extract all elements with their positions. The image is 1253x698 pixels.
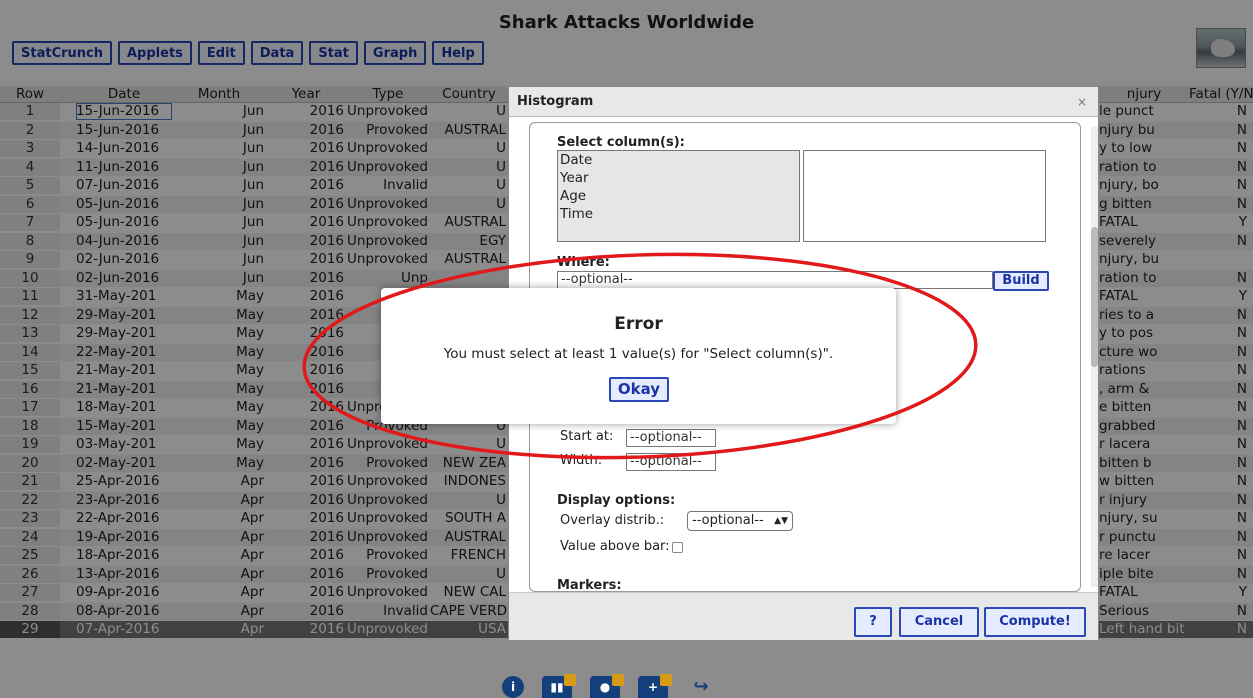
dialog-scrollbar[interactable] (1091, 127, 1098, 587)
where-input[interactable]: --optional-- (557, 271, 993, 289)
results-icon[interactable]: ▮▮ (542, 674, 576, 698)
chat-badge (612, 674, 624, 686)
display-options-label: Display options: (557, 493, 676, 508)
overlay-label: Overlay distrib.: (560, 513, 665, 528)
info-icon[interactable]: i (502, 676, 524, 698)
select-columns-label: Select column(s): (557, 135, 685, 150)
error-message: You must select at least 1 value(s) for … (443, 346, 834, 362)
okay-button[interactable]: Okay (609, 377, 669, 402)
cancel-button[interactable]: Cancel (899, 607, 979, 637)
close-icon[interactable]: × (1074, 94, 1090, 110)
statcrunch-app: Shark Attacks Worldwide StatCrunch Applet… (0, 0, 1253, 698)
selected-column-list[interactable] (803, 150, 1046, 242)
where-label: Where: (557, 255, 610, 270)
error-dialog: Error You must select at least 1 value(s… (381, 288, 896, 424)
column-option[interactable]: Year (558, 169, 799, 187)
overlay-value: --optional-- (692, 513, 764, 528)
dialog-footer: ? Cancel Compute! (509, 592, 1098, 640)
width-input[interactable]: --optional-- (626, 453, 716, 471)
add-badge (660, 674, 672, 686)
add-icon[interactable]: + (638, 674, 672, 698)
select-arrows-icon: ▲▼ (774, 516, 788, 526)
overlay-select[interactable]: --optional-- ▲▼ (687, 511, 793, 531)
value-above-label: Value above bar: (560, 539, 670, 554)
bottom-toolbar: i ▮▮ ● + ↪ (502, 674, 716, 698)
width-label: Width: (560, 453, 603, 468)
share-icon[interactable]: ↪ (686, 676, 716, 698)
scrollbar-thumb[interactable] (1091, 227, 1098, 367)
compute-button[interactable]: Compute! (984, 607, 1086, 637)
column-option[interactable]: Age (558, 187, 799, 205)
start-at-label: Start at: (560, 429, 614, 444)
markers-label: Markers: (557, 578, 622, 592)
build-button[interactable]: Build (993, 271, 1049, 291)
results-badge (564, 674, 576, 686)
value-above-checkbox[interactable] (672, 542, 683, 553)
start-at-input[interactable]: --optional-- (626, 429, 716, 447)
column-list[interactable]: Date Year Age Time (557, 150, 800, 242)
help-button[interactable]: ? (854, 607, 892, 637)
column-option[interactable]: Time (558, 205, 799, 223)
column-option[interactable]: Date (558, 151, 799, 169)
error-title: Error (614, 314, 663, 334)
chat-icon[interactable]: ● (590, 674, 624, 698)
histogram-title: Histogram (509, 87, 1098, 117)
